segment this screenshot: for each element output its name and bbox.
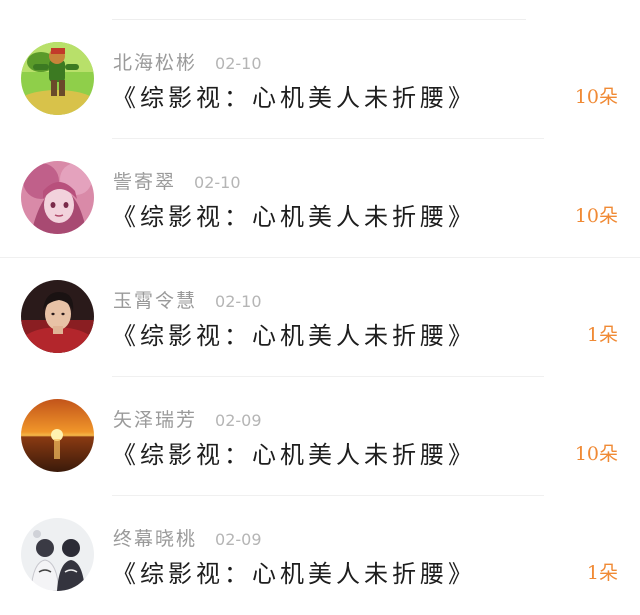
gift-count: 10朵 bbox=[574, 86, 618, 108]
list-item[interactable]: 终幕晓桃 02-09 《综影视：心机美人未折腰》 1朵 bbox=[0, 496, 640, 615]
book-title[interactable]: 《综影视：心机美人未折腰》 bbox=[112, 554, 476, 589]
item-meta: 矢泽瑞芳 02-09 bbox=[113, 405, 262, 431]
gift-count: 10朵 bbox=[574, 205, 618, 227]
item-meta: 终幕晓桃 02-09 bbox=[113, 524, 262, 550]
item-meta: 玉霄令慧 02-10 bbox=[113, 286, 262, 312]
item-meta: 訾寄翠 02-10 bbox=[113, 167, 241, 193]
couple-photo-avatar[interactable] bbox=[21, 518, 94, 591]
book-title[interactable]: 《综影视：心机美人未折腰》 bbox=[112, 316, 476, 351]
date: 02-10 bbox=[215, 54, 262, 73]
username[interactable]: 北海松彬 bbox=[113, 48, 197, 75]
gift-count: 10朵 bbox=[574, 443, 618, 465]
anime-girl-avatar[interactable] bbox=[21, 161, 94, 234]
book-title[interactable]: 《综影视：心机美人未折腰》 bbox=[112, 197, 476, 232]
person-portrait-icon bbox=[21, 280, 94, 353]
gift-count: 1朵 bbox=[586, 324, 618, 346]
username[interactable]: 訾寄翠 bbox=[113, 167, 176, 194]
sunset-avatar[interactable] bbox=[21, 399, 94, 472]
list-item[interactable]: 訾寄翠 02-10 《综影视：心机美人未折腰》 10朵 bbox=[0, 139, 640, 258]
anime-girl-icon bbox=[21, 161, 94, 234]
list-item[interactable]: 玉霄令慧 02-10 《综影视：心机美人未折腰》 1朵 bbox=[0, 258, 640, 377]
item-meta: 北海松彬 02-10 bbox=[113, 48, 262, 74]
person-portrait-avatar[interactable] bbox=[21, 280, 94, 353]
gift-record-list: 北海松彬 02-10 《综影视：心机美人未折腰》 10朵 訾寄翠 02-10 《… bbox=[0, 20, 640, 615]
cartoon-character-icon bbox=[21, 42, 94, 115]
gift-count: 1朵 bbox=[586, 562, 618, 584]
list-item[interactable]: 北海松彬 02-10 《综影视：心机美人未折腰》 10朵 bbox=[0, 20, 640, 139]
username[interactable]: 矢泽瑞芳 bbox=[113, 405, 197, 432]
date: 02-09 bbox=[215, 411, 262, 430]
book-title[interactable]: 《综影视：心机美人未折腰》 bbox=[112, 435, 476, 470]
date: 02-09 bbox=[215, 530, 262, 549]
cartoon-character-avatar[interactable] bbox=[21, 42, 94, 115]
date: 02-10 bbox=[215, 292, 262, 311]
username[interactable]: 终幕晓桃 bbox=[113, 524, 197, 551]
date: 02-10 bbox=[194, 173, 241, 192]
username[interactable]: 玉霄令慧 bbox=[113, 286, 197, 313]
sunset-icon bbox=[21, 399, 94, 472]
list-item[interactable]: 矢泽瑞芳 02-09 《综影视：心机美人未折腰》 10朵 bbox=[0, 377, 640, 496]
couple-photo-icon bbox=[21, 518, 94, 591]
book-title[interactable]: 《综影视：心机美人未折腰》 bbox=[112, 78, 476, 113]
